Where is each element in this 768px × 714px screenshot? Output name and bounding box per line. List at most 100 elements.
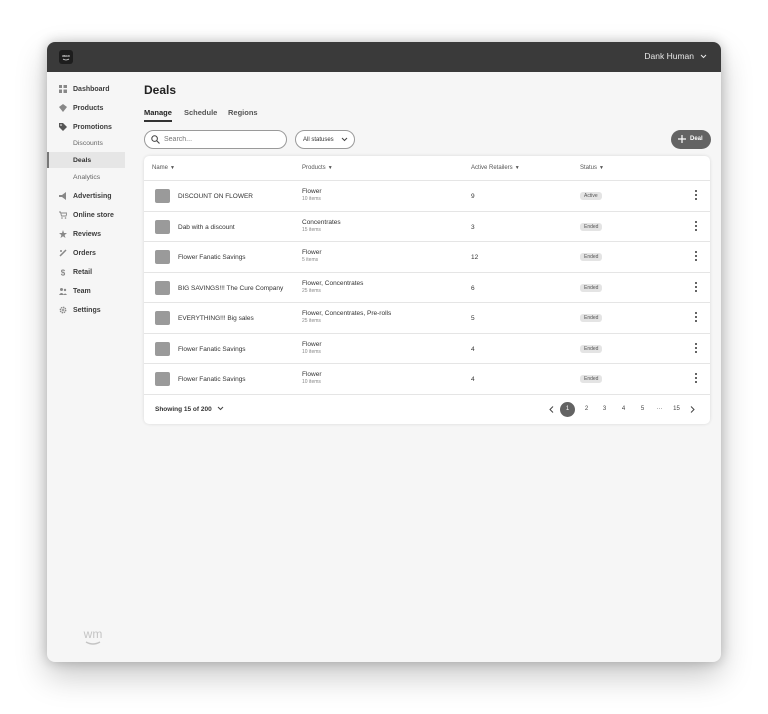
deal-products: Flower 10 items (302, 340, 322, 355)
sidebar: Dashboard Products Promotions Discounts … (47, 72, 139, 662)
chevron-down-icon (217, 406, 223, 411)
prev-page-button[interactable] (544, 402, 559, 417)
deal-thumbnail (155, 372, 170, 386)
status-badge: Active (580, 192, 602, 200)
add-deal-label: Deal (690, 136, 703, 142)
deal-item-count: 15 items (302, 226, 321, 233)
cart-icon (59, 211, 67, 219)
page-title: Deals (144, 83, 177, 97)
table-row[interactable]: BIG SAVINGS!!! The Cure Company Flower, … (144, 273, 710, 303)
svg-text:$: $ (61, 269, 66, 277)
add-deal-button[interactable]: Deal (671, 130, 711, 149)
deal-products: Concentrates 15 items (302, 218, 341, 233)
tab-schedule[interactable]: Schedule (184, 108, 217, 117)
table-row[interactable]: Dab with a discount Concentrates 15 items… (144, 212, 710, 242)
status-filter-dropdown[interactable]: All statuses (295, 130, 355, 149)
status-badge: Ended (580, 222, 603, 231)
deal-name: Flower Fanatic Savings (178, 376, 246, 383)
tab-manage[interactable]: Manage (144, 108, 172, 122)
more-options-icon[interactable] (692, 190, 699, 203)
megaphone-icon (59, 192, 66, 200)
deal-retailers: 12 (471, 254, 479, 261)
more-options-icon[interactable] (692, 251, 699, 264)
page-size-selector[interactable]: Showing 15 of 200 (155, 406, 224, 413)
more-options-icon[interactable] (692, 220, 699, 234)
more-options-icon[interactable] (692, 342, 699, 356)
sidebar-item-promotions[interactable]: Promotions (47, 119, 125, 135)
weedmaps-logo[interactable]: WEED (59, 50, 73, 64)
page-ellipsis: ··· (656, 406, 663, 412)
sort-caret-icon: ▼ (327, 165, 333, 171)
user-menu[interactable]: Dank Human (644, 51, 707, 61)
column-header-status[interactable]: Status ▼ (580, 165, 604, 171)
sidebar-item-advertising[interactable]: Advertising (47, 188, 125, 204)
sidebar-subitem-discounts[interactable]: Discounts (47, 135, 125, 151)
svg-text:wm: wm (83, 627, 103, 641)
sidebar-item-settings[interactable]: Settings (47, 302, 125, 318)
deal-thumbnail (155, 219, 170, 234)
more-options-icon[interactable] (692, 281, 699, 295)
orders-icon (59, 249, 67, 257)
deal-retailers: 4 (471, 345, 475, 353)
table-row[interactable]: Flower Fanatic Savings Flower 10 items 4 … (144, 364, 710, 395)
deal-products: Flower 10 items (302, 371, 322, 385)
sort-caret-icon: ▼ (599, 165, 604, 171)
deal-products: Flower 10 items (302, 188, 322, 202)
table-row[interactable]: DISCOUNT ON FLOWER Flower 10 items 9 Acti… (144, 181, 710, 212)
deal-item-count: 10 items (302, 379, 321, 385)
sidebar-item-label: Online store (73, 211, 114, 219)
table-row[interactable]: Flower Fanatic Savings Flower 5 items 12 … (144, 242, 710, 273)
page-button[interactable]: 5 (635, 402, 650, 417)
dollar-icon: $ (61, 269, 66, 277)
sidebar-item-label: Settings (73, 306, 101, 314)
sidebar-subitem-analytics[interactable]: Analytics (47, 169, 125, 185)
status-filter-label: All statuses (303, 136, 334, 143)
page-button[interactable]: 4 (616, 402, 631, 417)
sidebar-item-online-store[interactable]: Online store (47, 207, 125, 223)
sidebar-item-products[interactable]: Products (47, 100, 125, 116)
sidebar-item-retail[interactable]: $ Retail (47, 264, 125, 280)
sidebar-item-orders[interactable]: Orders (47, 245, 125, 261)
tab-regions[interactable]: Regions (228, 108, 258, 117)
deal-retailers: 4 (471, 376, 475, 383)
more-options-icon[interactable] (692, 373, 699, 386)
deal-thumbnail (155, 311, 170, 325)
products-icon (59, 104, 67, 112)
column-header-active-retailers[interactable]: Active Retailers ▼ (471, 165, 520, 171)
column-header-name[interactable]: Name ▼ (152, 165, 175, 171)
sidebar-item-label: Retail (73, 268, 93, 276)
next-page-button[interactable] (685, 402, 700, 417)
page-button[interactable]: 1 (560, 402, 575, 417)
search-field[interactable] (144, 130, 287, 149)
sidebar-item-team[interactable]: Team (47, 283, 125, 299)
deal-thumbnail (155, 341, 170, 356)
chevron-down-icon (341, 137, 348, 142)
deals-table: Name ▼ Products ▼ Active Retailers ▼ Status… (144, 156, 710, 424)
sidebar-subitem-deals[interactable]: Deals (47, 152, 125, 168)
sidebar-item-label: Products (73, 104, 104, 112)
page-button[interactable]: 15 (669, 402, 684, 417)
deal-retailers: 6 (471, 284, 475, 292)
page-button[interactable]: 3 (597, 402, 612, 417)
search-icon (151, 135, 160, 144)
dashboard-icon (59, 85, 67, 93)
sidebar-item-reviews[interactable]: Reviews (47, 226, 125, 242)
sidebar-item-label: Analytics (73, 173, 101, 181)
search-input[interactable] (164, 134, 282, 145)
deal-name: Flower Fanatic Savings (178, 254, 246, 261)
deal-item-count: 10 items (302, 348, 321, 355)
deal-thumbnail (155, 280, 170, 295)
user-name: Dank Human (644, 51, 694, 61)
deal-item-count: 5 items (302, 257, 319, 263)
page-button[interactable]: 2 (579, 402, 594, 417)
more-options-icon[interactable] (692, 312, 699, 325)
status-badge: Ended (580, 344, 603, 353)
column-header-products[interactable]: Products ▼ (302, 165, 333, 171)
table-row[interactable]: EVERYTHING!!! Big sales Flower, Concentr… (144, 303, 710, 334)
chevron-down-icon (700, 54, 707, 58)
chevron-right-icon (690, 406, 695, 413)
main-content: Deals Manage Schedule Regions All status… (144, 72, 714, 662)
sidebar-item-dashboard[interactable]: Dashboard (47, 81, 125, 97)
sidebar-item-label: Discounts (73, 139, 103, 147)
table-row[interactable]: Flower Fanatic Savings Flower 10 items 4 … (144, 334, 710, 364)
